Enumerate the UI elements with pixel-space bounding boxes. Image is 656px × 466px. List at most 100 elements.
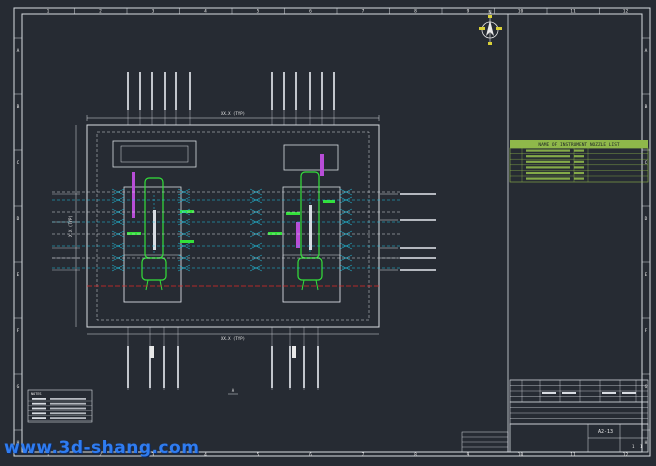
note-text (50, 417, 86, 419)
nozzle-row-text (526, 166, 570, 169)
nozzle-table-title: NAME OF INSTRUMENT NOZZLE LIST (538, 142, 620, 148)
column-number-2: 2 (99, 9, 102, 15)
tag-text-block-bottom (271, 346, 273, 388)
drawing-outer-frame (13, 7, 651, 457)
tag-text-block-bottom (317, 346, 319, 388)
notes-heading: NOTES (31, 392, 42, 396)
row-letter-E: E (645, 272, 648, 278)
row-letter-F: F (17, 328, 20, 334)
column-number-3: 3 (152, 9, 155, 15)
nozzle-row-text (574, 171, 584, 175)
drawing-number: A2-13 (598, 429, 613, 435)
tag-text-block-top (333, 72, 335, 110)
tag-text-block-top (271, 72, 273, 110)
note-text (32, 402, 46, 405)
row-letter-F: F (645, 328, 648, 334)
row-letter-C: C (17, 160, 20, 166)
sheet-number: 1 (632, 444, 635, 449)
column-number-7: 7 (362, 9, 365, 15)
column-number-9: 9 (467, 452, 470, 458)
tag-text-block-bottom (289, 346, 291, 388)
nozzle-row-text (526, 171, 570, 175)
cad-drawing-viewport[interactable]: 1 1 2 2 3 3 4 4 5 5 6 6 7 7 8 8 9 9 10 10 11 11 12 12 AABBCCDDE… (0, 0, 656, 462)
left-duct-inner (120, 145, 189, 163)
cad-drawing-canvas[interactable]: 112233445566778899101011111212 A AB BC CD DE… (0, 0, 656, 462)
right-callout-labels (52, 193, 436, 271)
nozzle-row-text (526, 149, 570, 152)
nozzle-row-text (574, 166, 584, 169)
note-text (32, 417, 46, 419)
instrument-symbol (339, 218, 353, 226)
row-letter-column: A AB BC CD DE EF FG GH H (14, 37, 650, 446)
instrument-symbol (339, 196, 353, 204)
column-number-6: 6 (309, 452, 312, 458)
tag-text-block-top (127, 72, 129, 110)
instrument-symbol (339, 230, 353, 238)
revision-cell-text (542, 392, 556, 394)
column-number-5: 5 (257, 9, 260, 15)
row-letter-A: A (17, 48, 20, 54)
instrument-symbol (249, 188, 263, 196)
instrument-symbol (339, 208, 353, 216)
column-number-10: 10 (518, 452, 524, 458)
left-dimension-label: X.X (TYP) (68, 215, 73, 237)
column-number-8: 8 (414, 9, 417, 15)
tag-marker (150, 346, 154, 358)
instrument-symbol (249, 230, 263, 238)
instrument-symbol (249, 264, 263, 272)
callout-text-block (400, 269, 436, 271)
tag-text-block-top (175, 72, 177, 110)
bottom-dimension-label: XX.X (TYP) (221, 336, 245, 341)
instrument-symbol (339, 254, 353, 262)
instrument-symbol (339, 264, 353, 272)
building-plan (75, 115, 380, 335)
watermark-logo: www.3d-shang.com (4, 438, 200, 458)
instrument-symbol (249, 254, 263, 262)
column-number-1: 1 (47, 9, 50, 15)
callout-text-block (400, 247, 436, 249)
instrument-symbol (339, 188, 353, 196)
instrument-symbol (339, 242, 353, 250)
nozzle-row-text (574, 177, 584, 180)
nozzle-row-text (526, 155, 570, 158)
column-number-11: 11 (570, 452, 576, 458)
note-text (32, 398, 46, 400)
row-letter-B: B (17, 104, 20, 110)
tag-text-block-top (164, 72, 166, 110)
note-text (50, 407, 86, 410)
row-letter-D: D (645, 216, 648, 222)
note-text (50, 402, 86, 405)
instrument-symbol (249, 196, 263, 204)
left-pit-sump (123, 254, 182, 303)
nozzle-row-text (574, 155, 584, 158)
note-text (32, 412, 46, 415)
row-letter-G: G (17, 384, 20, 390)
north-arrow-icon (479, 15, 502, 45)
right-pit-sump (282, 254, 341, 303)
tag-text-block-top (189, 72, 191, 110)
tag-text-block-top (295, 72, 297, 110)
title-block (461, 401, 649, 453)
tag-text-block-bottom (127, 346, 129, 388)
nozzle-row-text (574, 149, 584, 152)
revision-cell-text (622, 392, 636, 394)
top-dimension-label: XX.X (TYP) (221, 111, 245, 116)
instrument-symbol (249, 242, 263, 250)
revision-cell-text (562, 392, 576, 394)
column-number-12: 12 (623, 452, 629, 458)
drawing-inner-frame (21, 13, 643, 453)
instrument-leader-lines (52, 188, 400, 272)
tag-text-block-top (139, 72, 141, 110)
column-number-11: 11 (570, 9, 576, 15)
note-text (50, 398, 86, 400)
column-number-5: 5 (257, 452, 260, 458)
note-text (32, 407, 46, 410)
tag-text-block-top (321, 72, 323, 110)
revision-cell-text (602, 392, 616, 394)
row-letter-H: H (645, 440, 648, 446)
north-label: N (488, 10, 491, 16)
column-number-8: 8 (414, 452, 417, 458)
tag-text-block-bottom (303, 346, 305, 388)
right-duct-box (283, 144, 339, 171)
tag-text-block-top (151, 72, 153, 110)
